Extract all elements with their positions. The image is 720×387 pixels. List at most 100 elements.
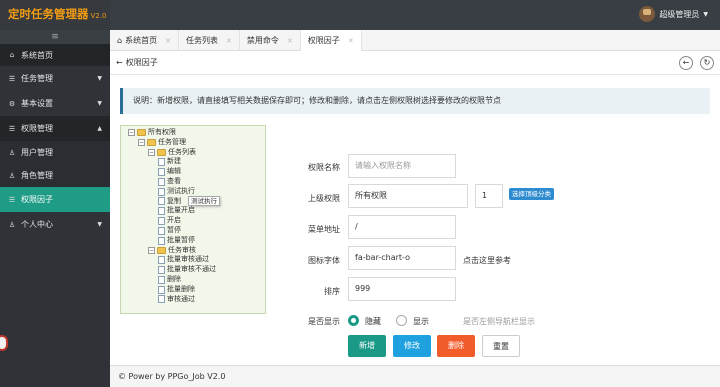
sidebar-item-label: 任务管理 [21,74,53,83]
icon-label: 图标字体 [308,256,340,265]
cogs-icon: ⚙ [8,99,16,108]
file-icon [158,207,165,216]
folder-icon [157,148,166,156]
sidebar-item-label: 角色管理 [21,171,53,180]
add-button[interactable]: 新增 [348,335,386,357]
tree-node[interactable]: 编辑 [128,167,265,177]
sidebar-item-label: 个人中心 [21,220,53,229]
file-icon [158,295,165,304]
edit-button[interactable]: 修改 [393,335,431,357]
user-menu[interactable]: 超级管理员 ▼ [639,6,708,22]
close-icon[interactable]: ✕ [226,37,232,45]
folder-icon [157,246,166,254]
floating-plugin-icon[interactable] [0,335,8,351]
tree-node[interactable]: 批量审核通过 [128,255,265,265]
file-icon [158,217,165,226]
url-label: 菜单地址 [308,225,340,234]
collapse-icon[interactable]: − [148,246,155,254]
sort-input[interactable]: 999 [348,277,456,301]
sidebar-item-label: 用户管理 [21,148,53,157]
tab-permission-factor[interactable]: 权限因子 ✕ [300,30,362,51]
sidebar-toggle[interactable]: ≡ [0,30,110,44]
sidebar-item-home[interactable]: ⌂ 系统首页 [0,44,110,66]
panel-header: ← 权限因子 ← ↻ [110,51,720,75]
list-icon: ☰ [8,195,16,204]
tree-node[interactable]: 查看 [128,177,265,187]
parent-input[interactable]: 所有权限 [348,184,468,208]
tree-node[interactable]: 开启 [128,216,265,226]
user-icon: ♙ [8,148,16,157]
collapse-icon[interactable]: − [138,139,145,147]
sidebar-item-users[interactable]: ♙ 用户管理 [0,141,110,164]
tree-node[interactable]: 批量暂停 [128,236,265,246]
name-input[interactable]: 请输入权限名称 [348,154,456,178]
sidebar-item-roles[interactable]: ♙ 角色管理 [0,164,110,187]
url-input[interactable]: / [348,215,456,239]
show-radio[interactable] [396,315,407,326]
tree-node[interactable]: 暂停 [128,226,265,236]
tree-label: 删除 [167,274,181,283]
file-icon [158,266,165,275]
top-header: 定时任务管理器 V2.0 超级管理员 ▼ [0,0,720,30]
main-content: ⌂ 系统首页 ✕ 任务列表 ✕ 禁用命令 ✕ 权限因子 ✕ ← 权限因子 ← ↻ 说明：新… [110,30,720,387]
tab-bar: ⌂ 系统首页 ✕ 任务列表 ✕ 禁用命令 ✕ 权限因子 ✕ [110,30,720,51]
file-icon [158,158,165,167]
sidebar-item-settings[interactable]: ⚙ 基本设置 ▼ [0,91,110,116]
page-title: 权限因子 [125,58,158,67]
close-icon[interactable]: ✕ [287,37,293,45]
tab-home[interactable]: ⌂ 系统首页 ✕ [110,30,179,51]
file-icon [158,226,165,235]
user-name: 超级管理员 [659,9,700,19]
show-hint: 是否左侧导航栏显示 [463,317,535,326]
back-icon[interactable]: ← [116,58,123,67]
back-button[interactable]: ← [679,56,693,70]
tree-node[interactable]: 批量开启 [128,206,265,216]
close-icon[interactable]: ✕ [165,37,171,45]
select-top-category-button[interactable]: 选择顶级分类 [509,188,554,200]
tree-node[interactable]: 审核通过 [128,295,265,305]
tree-node[interactable]: − 任务审核 [128,246,265,256]
tree-node[interactable]: − 任务管理 [128,138,265,148]
collapse-icon[interactable]: − [148,148,155,156]
reset-button[interactable]: 重置 [482,335,520,357]
tree-node[interactable]: 新建 [128,157,265,167]
user-group-icon: ♙ [8,171,16,180]
icon-reference-link[interactable]: 点击这里参考 [463,255,511,266]
hide-radio[interactable] [348,315,359,326]
tree-label: 任务管理 [158,137,186,146]
tab-task-list[interactable]: 任务列表 ✕ [179,30,240,51]
delete-button[interactable]: 删除 [437,335,475,357]
sidebar: ≡ ⌂ 系统首页 ☰ 任务管理 ▼ ⚙ 基本设置 ▼ ☰ 权限管理 ▲ ♙ 用户管理 ♙ 角色管理… [0,30,110,387]
tree-label: 开启 [167,216,181,225]
tree-node[interactable]: 批量删除 [128,285,265,295]
tree-label: 查看 [167,176,181,185]
app-title: 定时任务管理器 [8,7,89,21]
sidebar-item-label: 基本设置 [21,99,53,108]
parent-id-input[interactable]: 1 [475,184,503,208]
show-label: 是否显示 [308,317,340,326]
home-icon: ⌂ [9,51,15,59]
sidebar-item-permission-manage[interactable]: ☰ 权限管理 ▲ [0,116,110,141]
tree-node[interactable]: 批量审核不通过 [128,265,265,275]
brand: 定时任务管理器 V2.0 [0,0,110,30]
close-icon[interactable]: ✕ [348,37,354,45]
permission-panel: ← 权限因子 ← ↻ 说明：新增权限，请直接填写相关数据保存即可；修改和删除，请… [110,51,720,365]
collapse-icon[interactable]: − [128,129,135,137]
tree-label: 复制 [167,196,181,205]
icon-input[interactable]: fa-bar-chart-o [348,246,456,270]
tree-root[interactable]: − 所有权限 [128,128,265,138]
chevron-down-icon: ▼ [97,75,102,82]
refresh-button[interactable]: ↻ [700,56,714,70]
home-icon: ⌂ [117,36,123,45]
sidebar-item-task-manage[interactable]: ☰ 任务管理 ▼ [0,66,110,91]
tab-disabled-commands[interactable]: 禁用命令 ✕ [240,30,301,51]
sidebar-item-personal[interactable]: ♙ 个人中心 ▼ [0,212,110,237]
tree-node[interactable]: − 任务列表 [128,148,265,158]
tree-node[interactable]: 复制 测试执行 [128,195,265,207]
tree-label: 任务列表 [168,147,196,156]
tree-node[interactable]: 删除 [128,275,265,285]
file-icon [158,256,165,265]
sidebar-item-permission-factor[interactable]: ☰ 权限因子 [0,187,110,212]
chevron-down-icon: ▼ [703,10,708,18]
footer: © Power by PPGo_Job V2.0 [110,365,720,387]
